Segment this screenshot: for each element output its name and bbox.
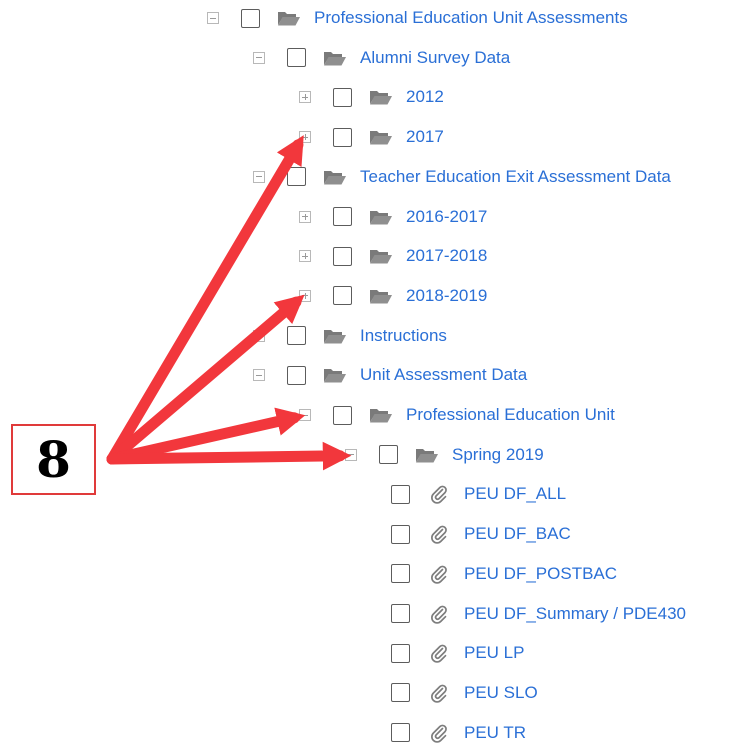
tree-item-label[interactable]: Instructions	[360, 326, 447, 346]
paperclip-icon	[426, 644, 452, 663]
folder-open-icon	[368, 88, 394, 106]
tree-checkbox[interactable]	[287, 365, 306, 385]
collapse-icon[interactable]	[253, 329, 265, 342]
tree-folder-row[interactable]: Instructions	[253, 321, 447, 351]
folder-open-icon	[368, 208, 394, 226]
tree-file-row[interactable]: PEU DF_BAC	[391, 519, 571, 549]
folder-open-icon	[368, 287, 394, 305]
tree-item-label[interactable]: PEU DF_ALL	[464, 484, 566, 504]
tree-item-label[interactable]: 2017	[406, 127, 444, 147]
folder-open-icon	[414, 446, 440, 464]
tree-item-label[interactable]: PEU SLO	[464, 683, 538, 703]
tree-folder-row[interactable]: Professional Education Unit	[299, 400, 615, 430]
tree-item-label[interactable]: Spring 2019	[452, 445, 544, 465]
tree-file-row[interactable]: PEU DF_Summary / PDE430	[391, 599, 686, 629]
tree-checkbox[interactable]	[391, 604, 410, 623]
tree-checkbox[interactable]	[333, 246, 352, 266]
tree-file-row[interactable]: PEU DF_POSTBAC	[391, 559, 617, 589]
tree-item-label[interactable]: 2012	[406, 87, 444, 107]
collapse-icon[interactable]	[253, 51, 265, 64]
folder-open-icon	[322, 49, 348, 67]
tree-item-label[interactable]: 2016-2017	[406, 207, 487, 227]
tree-checkbox[interactable]	[391, 723, 410, 743]
folder-open-icon	[368, 128, 394, 146]
folder-open-icon	[276, 9, 302, 27]
collapse-icon[interactable]	[345, 448, 357, 461]
folder-open-icon	[322, 366, 348, 384]
paperclip-icon	[426, 605, 452, 624]
tree-checkbox[interactable]	[379, 445, 398, 465]
tree-checkbox[interactable]	[391, 643, 410, 663]
paperclip-icon	[426, 724, 452, 743]
tree-item-label[interactable]: Alumni Survey Data	[360, 48, 510, 68]
tree-checkbox[interactable]	[391, 484, 410, 504]
tree-checkbox[interactable]	[391, 683, 410, 703]
tree-checkbox[interactable]	[287, 48, 306, 68]
expand-icon[interactable]	[299, 250, 311, 263]
folder-open-icon	[322, 327, 348, 345]
badge-number: 8	[36, 430, 71, 489]
tree-item-label[interactable]: 2018-2019	[406, 286, 487, 306]
tree-folder-row[interactable]: 2017-2018	[299, 241, 487, 271]
tree-checkbox[interactable]	[241, 8, 260, 28]
expand-icon[interactable]	[299, 91, 311, 104]
tree-folder-row[interactable]: 2016-2017	[299, 202, 487, 232]
tree-item-label[interactable]: PEU TR	[464, 723, 526, 743]
file-tree: Professional Education Unit Assessments A…	[0, 0, 748, 747]
tree-file-row[interactable]: PEU LP	[391, 638, 524, 668]
tree-item-label[interactable]: PEU DF_Summary / PDE430	[464, 604, 686, 624]
paperclip-icon	[426, 485, 452, 505]
tree-item-label[interactable]: Professional Education Unit Assessments	[314, 8, 628, 28]
expand-icon[interactable]	[299, 289, 311, 302]
paperclip-icon	[426, 684, 452, 703]
collapse-icon[interactable]	[253, 170, 265, 183]
tree-folder-row[interactable]: Teacher Education Exit Assessment Data	[253, 162, 671, 192]
tree-file-row[interactable]: PEU TR	[391, 718, 526, 748]
paperclip-icon	[426, 565, 452, 584]
tree-checkbox[interactable]	[333, 405, 352, 425]
collapse-icon[interactable]	[253, 369, 265, 382]
tree-checkbox[interactable]	[333, 286, 352, 306]
tree-checkbox[interactable]	[391, 524, 410, 544]
folder-open-icon	[322, 168, 348, 186]
tree-item-label[interactable]: PEU LP	[464, 643, 524, 663]
tree-checkbox[interactable]	[333, 207, 352, 226]
folder-open-icon	[368, 247, 394, 265]
collapse-icon[interactable]	[299, 409, 311, 421]
tree-checkbox[interactable]	[287, 326, 306, 346]
annotation-number-badge: 8	[11, 424, 96, 495]
tree-file-row[interactable]: PEU DF_ALL	[391, 479, 566, 509]
tree-folder-row[interactable]: Spring 2019	[345, 440, 544, 470]
tree-item-label[interactable]: Teacher Education Exit Assessment Data	[360, 167, 671, 187]
tree-folder-row[interactable]: 2018-2019	[299, 281, 487, 311]
folder-open-icon	[368, 406, 394, 424]
tree-folder-row[interactable]: 2012	[299, 82, 444, 112]
paperclip-icon	[426, 525, 452, 544]
tree-folder-row[interactable]: Professional Education Unit Assessments	[207, 3, 628, 33]
tree-checkbox[interactable]	[287, 167, 306, 187]
tree-folder-row[interactable]: Alumni Survey Data	[253, 43, 510, 73]
tree-item-label[interactable]: Professional Education Unit	[406, 405, 615, 425]
tree-item-label[interactable]: PEU DF_BAC	[464, 524, 571, 544]
tree-folder-row[interactable]: Unit Assessment Data	[253, 360, 527, 390]
tree-file-row[interactable]: PEU SLO	[391, 678, 538, 708]
tree-folder-row[interactable]: 2017	[299, 122, 444, 152]
tree-item-label[interactable]: 2017-2018	[406, 246, 487, 266]
collapse-icon[interactable]	[207, 12, 219, 24]
tree-checkbox[interactable]	[333, 87, 352, 107]
tree-item-label[interactable]: Unit Assessment Data	[360, 365, 527, 385]
expand-icon[interactable]	[299, 210, 311, 223]
tree-item-label[interactable]: PEU DF_POSTBAC	[464, 564, 617, 584]
tree-checkbox[interactable]	[333, 127, 352, 147]
expand-icon[interactable]	[299, 131, 311, 144]
tree-checkbox[interactable]	[391, 564, 410, 584]
